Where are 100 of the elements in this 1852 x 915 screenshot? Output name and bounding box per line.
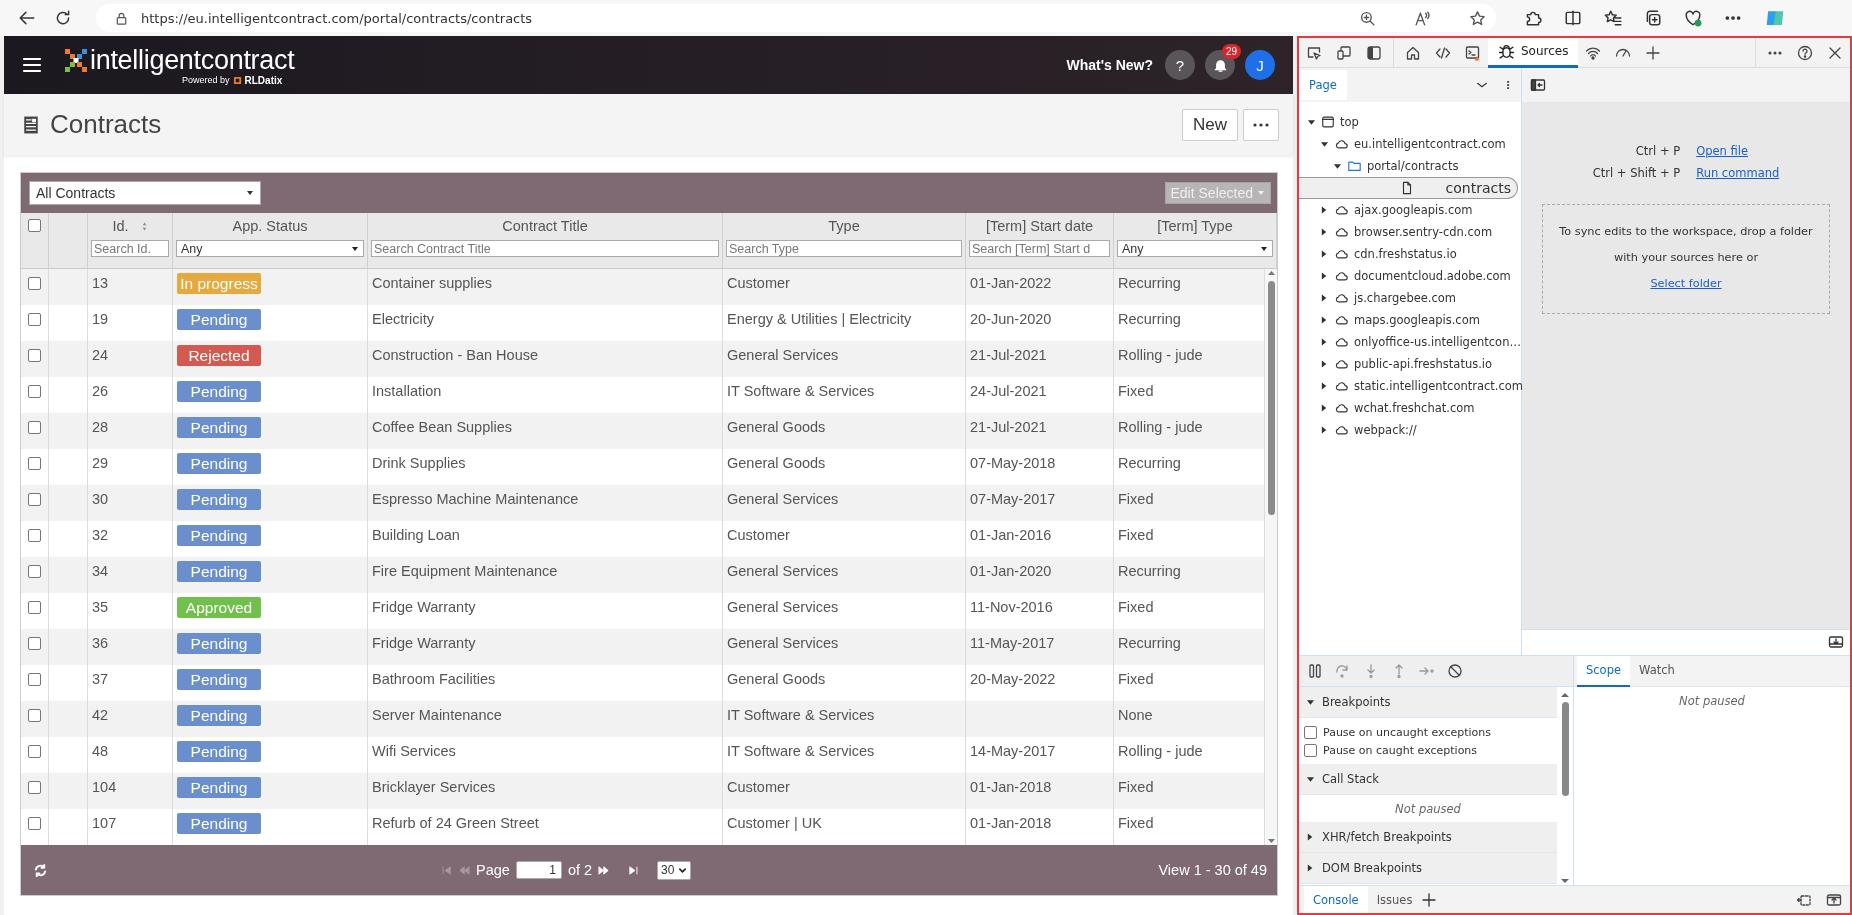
checkbox-label[interactable]: Pause on uncaught exceptions xyxy=(1323,726,1491,740)
collapsed-arrow-icon[interactable] xyxy=(1320,227,1329,237)
section-header[interactable]: Breakpoints xyxy=(1299,686,1557,718)
tree-item[interactable]: documentcloud.adobe.com xyxy=(1299,265,1521,287)
toggle-sidebar-icon[interactable] xyxy=(1530,77,1546,93)
section-header[interactable]: DOM Breakpoints xyxy=(1299,852,1557,884)
row-checkbox[interactable] xyxy=(28,529,41,542)
heart-pulse-icon[interactable] xyxy=(1684,9,1702,27)
column-header[interactable]: App. Status xyxy=(232,216,308,236)
pause-icon[interactable] xyxy=(1307,662,1323,679)
tree-item[interactable]: top xyxy=(1299,111,1521,133)
collapsed-arrow-icon[interactable] xyxy=(1320,249,1329,259)
row-checkbox[interactable] xyxy=(28,385,41,398)
collections-icon[interactable] xyxy=(1644,9,1662,27)
shortcut-link[interactable]: Open file xyxy=(1696,144,1749,158)
cloud-icon[interactable] xyxy=(1334,137,1349,151)
tree-item[interactable]: static.intelligentcontract.com xyxy=(1299,375,1521,397)
device-icon[interactable] xyxy=(1336,44,1352,61)
view-dropdown[interactable]: All Contracts xyxy=(29,181,261,205)
user-avatar[interactable]: J xyxy=(1245,50,1275,80)
reload-icon[interactable] xyxy=(54,9,72,27)
cloud-icon[interactable] xyxy=(1334,379,1349,393)
tree-item[interactable]: webpack:// xyxy=(1299,419,1521,441)
row-checkbox[interactable] xyxy=(28,745,41,758)
last-page-icon[interactable] xyxy=(628,864,640,876)
tree-item[interactable]: contracts xyxy=(1299,177,1518,199)
shortcut-link[interactable]: Run command xyxy=(1696,166,1780,180)
cloud-icon[interactable] xyxy=(1334,335,1349,349)
column-header[interactable]: Type xyxy=(828,216,860,236)
row-checkbox[interactable] xyxy=(28,313,41,326)
cloud-icon[interactable] xyxy=(1334,247,1349,261)
collapsed-arrow-icon[interactable] xyxy=(1320,337,1329,347)
tree-item[interactable]: ajax.googleapis.com xyxy=(1299,199,1521,221)
checkbox-label[interactable]: Pause on caught exceptions xyxy=(1323,744,1478,758)
collapsed-arrow-icon[interactable] xyxy=(1320,271,1329,281)
filter-dropdown[interactable]: Any xyxy=(176,240,364,257)
filter-field[interactable]: Search Id. xyxy=(91,240,169,257)
tree-item[interactable]: cdn.freshstatus.io xyxy=(1299,243,1521,265)
filter-field[interactable]: Search Type xyxy=(726,240,962,257)
collapsed-arrow-icon[interactable] xyxy=(1320,425,1329,435)
frame-icon[interactable] xyxy=(1321,115,1335,129)
tree-item[interactable]: eu.intelligentcontract.com xyxy=(1299,133,1521,155)
collapsed-arrow-icon[interactable] xyxy=(1320,293,1329,303)
split-screen-icon[interactable] xyxy=(1564,9,1582,27)
row-checkbox[interactable] xyxy=(28,817,41,830)
checkbox[interactable] xyxy=(1304,726,1317,740)
tree-item[interactable]: portal/contracts xyxy=(1299,155,1521,177)
cloud-icon[interactable] xyxy=(1334,203,1349,217)
cloud-icon[interactable] xyxy=(1334,291,1349,305)
section-header[interactable]: XHR/fetch Breakpoints xyxy=(1299,821,1557,853)
select-folder-link[interactable]: Select folder xyxy=(1650,277,1722,290)
column-header[interactable]: Contract Title xyxy=(502,216,588,236)
cloud-icon[interactable] xyxy=(1334,401,1349,415)
row-checkbox[interactable] xyxy=(28,277,41,290)
tree-item[interactable]: public-api.freshstatus.io xyxy=(1299,353,1521,375)
favorites-icon[interactable] xyxy=(1604,9,1622,27)
menu-icon[interactable] xyxy=(22,56,42,74)
dock-top-icon[interactable] xyxy=(1826,891,1842,908)
row-checkbox[interactable] xyxy=(28,421,41,434)
tree-item[interactable]: browser.sentry-cdn.com xyxy=(1299,221,1521,243)
expanded-arrow-icon[interactable] xyxy=(1307,117,1316,127)
row-checkbox[interactable] xyxy=(28,781,41,794)
sources-tab[interactable]: Sources xyxy=(1488,37,1579,68)
page-tab[interactable]: Page xyxy=(1299,70,1347,100)
cloud-icon[interactable] xyxy=(1334,225,1349,239)
select-all-checkbox[interactable] xyxy=(28,219,41,232)
expanded-arrow-icon[interactable] xyxy=(1320,139,1329,149)
zoom-in-icon[interactable] xyxy=(1359,9,1376,27)
row-checkbox[interactable] xyxy=(28,601,41,614)
collapsed-arrow-icon[interactable] xyxy=(1320,205,1329,215)
filter-dropdown[interactable]: Any xyxy=(1117,240,1273,257)
dock-side-icon[interactable] xyxy=(1366,44,1382,61)
read-aloud-icon[interactable] xyxy=(1414,9,1431,27)
folder-icon[interactable] xyxy=(1347,159,1362,173)
dock-bottom-icon[interactable] xyxy=(1828,634,1844,651)
star-icon[interactable] xyxy=(1469,9,1486,27)
page-size-dropdown[interactable]: 30 xyxy=(657,860,692,880)
column-header[interactable]: [Term] Type xyxy=(1157,216,1233,236)
column-header[interactable]: Id. xyxy=(112,216,129,236)
whats-new-link[interactable]: What's New? xyxy=(1066,57,1153,73)
section-header[interactable]: Call Stack xyxy=(1299,763,1557,795)
row-checkbox[interactable] xyxy=(28,637,41,650)
row-checkbox[interactable] xyxy=(28,457,41,470)
row-checkbox[interactable] xyxy=(28,565,41,578)
puzzle-icon[interactable] xyxy=(1524,9,1542,27)
row-checkbox[interactable] xyxy=(28,349,41,362)
tree-item[interactable]: onlyoffice-us.intelligentcon… xyxy=(1299,331,1521,353)
filter-field[interactable]: Search [Term] Start d xyxy=(969,240,1110,257)
scrollbar[interactable] xyxy=(1265,269,1277,845)
collapsed-arrow-icon[interactable] xyxy=(1320,403,1329,413)
help-icon[interactable] xyxy=(1797,44,1813,61)
filter-field[interactable]: Search Contract Title xyxy=(371,240,719,257)
add-tab-icon[interactable] xyxy=(1421,891,1438,908)
scrollbar-thumb[interactable] xyxy=(1561,701,1569,796)
console-warning-icon[interactable] xyxy=(1465,44,1481,61)
drawer-tab[interactable]: Console xyxy=(1304,886,1368,913)
pane-tab[interactable]: Scope xyxy=(1577,655,1631,687)
checkbox[interactable] xyxy=(1304,744,1317,758)
collapsed-arrow-icon[interactable] xyxy=(1320,359,1329,369)
tree-item[interactable]: js.chargebee.com xyxy=(1299,287,1521,309)
